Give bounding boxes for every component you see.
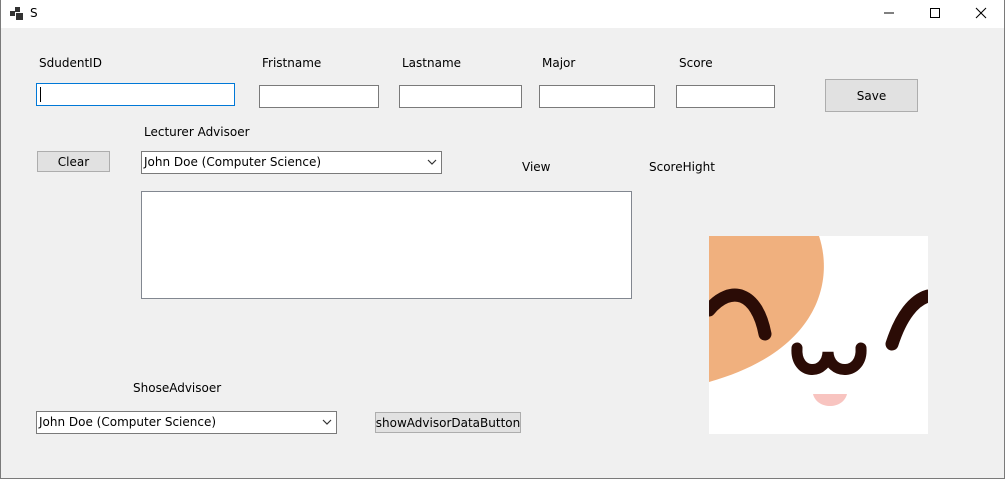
title-bar[interactable]: S xyxy=(1,0,1004,28)
lecturer-advisor-combo[interactable]: John Doe (Computer Science) xyxy=(141,151,442,174)
firstname-label: Fristname xyxy=(262,56,322,70)
chevron-down-icon xyxy=(427,159,437,165)
lecturer-advisor-label: Lecturer Advisoer xyxy=(144,125,250,139)
minimize-icon xyxy=(884,12,894,14)
clear-button-label: Clear xyxy=(57,154,90,169)
cute-cat-face-icon xyxy=(709,236,928,406)
lastname-field[interactable] xyxy=(399,85,522,108)
chevron-down-icon xyxy=(322,419,332,425)
lecturer-advisor-selected: John Doe (Computer Science) xyxy=(144,155,322,169)
shose-advisor-selected: John Doe (Computer Science) xyxy=(39,415,217,429)
score-hight-label: ScoreHight xyxy=(649,160,715,174)
maximize-icon xyxy=(930,8,940,18)
student-id-label: SdudentID xyxy=(39,56,102,70)
lastname-label: Lastname xyxy=(402,56,462,70)
view-label: View xyxy=(522,160,551,174)
minimize-button[interactable] xyxy=(866,0,912,26)
close-button[interactable] xyxy=(958,0,1004,26)
main-window: S SdudentID Fristname Lastname Major Sco… xyxy=(0,0,1005,479)
show-advisor-data-button[interactable]: showAdvisorDataButton xyxy=(375,412,521,433)
shose-advisor-label: ShoseAdvisoer xyxy=(133,381,222,395)
save-button[interactable]: Save xyxy=(825,79,918,112)
firstname-field[interactable] xyxy=(259,85,379,108)
picture-box xyxy=(709,236,928,434)
window-title: S xyxy=(30,6,38,20)
close-icon xyxy=(975,7,987,19)
major-label: Major xyxy=(542,56,576,70)
text-caret xyxy=(40,87,41,102)
clear-button[interactable]: Clear xyxy=(37,151,110,172)
major-field[interactable] xyxy=(539,85,655,108)
advisor-view-list[interactable] xyxy=(141,191,632,299)
show-advisor-data-label: showAdvisorDataButton xyxy=(375,415,521,430)
app-icon xyxy=(10,7,23,20)
save-button-label: Save xyxy=(856,88,887,103)
student-id-field[interactable] xyxy=(36,83,235,106)
maximize-button[interactable] xyxy=(912,0,958,26)
score-label: Score xyxy=(679,56,713,70)
score-field[interactable] xyxy=(676,85,775,108)
shose-advisor-combo[interactable]: John Doe (Computer Science) xyxy=(36,411,337,434)
